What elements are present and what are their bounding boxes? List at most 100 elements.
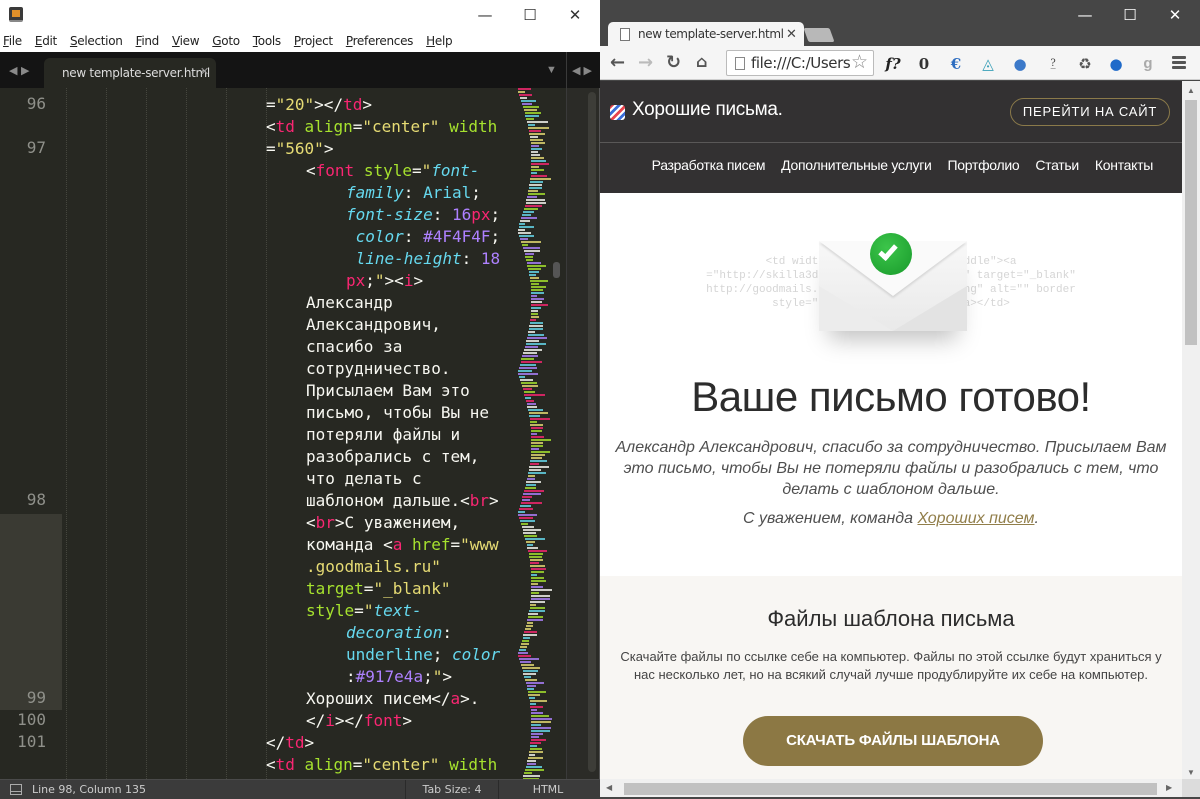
nav-link[interactable]: Контакты [1095,157,1153,173]
download-files-button[interactable]: СКАЧАТЬ ФАЙЛЫ ШАБЛОНА [743,716,1043,766]
google-extension-icon[interactable]: g [1138,54,1158,74]
menu-find[interactable]: Find [136,34,160,48]
euro-extension-icon[interactable]: € [946,54,966,74]
minimap-line [528,124,535,126]
page-vertical-scroll-thumb[interactable] [1185,100,1197,345]
code-line: Присылаем Вам это [306,381,470,400]
menu-help[interactable]: Help [426,34,452,48]
minimap-line [526,400,534,402]
scroll-down-arrow-icon[interactable]: ▼ [1187,768,1195,777]
code-editor[interactable]: ="20"></td> <td align="center" width ="560… [0,88,520,779]
ghostery-extension-icon[interactable]: 0 [914,54,934,74]
minimap-line [530,178,551,180]
minimap-line [523,637,530,639]
minimap-line [531,568,546,570]
menu-project[interactable]: Project [294,34,333,48]
tab-dropdown-icon[interactable]: ▼ [546,64,557,76]
address-bar[interactable]: file:///C:/Users ☆ [726,50,874,76]
evernote-extension-icon[interactable]: ◬ [978,54,998,74]
scroll-left-arrow-icon[interactable]: ◀ [606,783,612,792]
scroll-up-arrow-icon[interactable]: ▲ [1187,86,1195,95]
editor-tab[interactable]: new template-server.html ✕ [44,58,216,88]
cursor-position: Line 98, Column 135 [32,783,147,796]
unknown-extension-icon[interactable]: ?̲ [1043,54,1063,74]
nav-link[interactable]: Разработка писем [652,157,766,173]
minimap-line [529,754,535,756]
nav-link[interactable]: Статьи [1035,157,1079,173]
minimap-line [530,319,536,321]
home-icon[interactable]: ⌂ [696,52,707,71]
minimap-line [526,343,546,345]
vertical-scroll-thumb[interactable] [588,92,596,772]
minimap-line [523,211,534,213]
minimap-line [525,115,539,117]
signature-suffix: . [1034,510,1039,527]
new-tab-button[interactable] [803,28,835,42]
minimize-button[interactable]: — [1070,4,1100,26]
menu-edit[interactable]: Edit [35,34,57,48]
forward-arrow-icon[interactable]: → [638,52,653,73]
minimap-scroll-thumb[interactable] [553,262,560,278]
minimap-line [525,538,545,540]
minimap-line [527,619,543,621]
minimap-line [531,712,543,714]
minimap-line [530,562,539,564]
reload-icon[interactable]: ↻ [666,52,681,73]
recycle-extension-icon[interactable]: ♻ [1075,54,1095,74]
browser-tab[interactable]: new template-server.html ✕ [608,22,804,48]
minimap-line [530,421,537,423]
tab-close-icon[interactable]: ✕ [200,65,209,78]
fquestion-extension-icon[interactable]: f? [883,54,903,74]
code-line: color: #4F4F4F; [355,227,501,246]
goto-site-button[interactable]: ПЕРЕЙТИ НА САЙТ [1010,98,1170,126]
minimap-line [522,640,529,642]
menu-selection[interactable]: Selection [70,34,123,48]
back-arrow-icon[interactable]: ← [610,52,625,73]
tab-size-selector[interactable]: Tab Size: 4 [405,780,499,799]
syntax-selector[interactable]: HTML [500,780,596,799]
minimap-line [521,502,542,504]
close-button[interactable]: ✕ [1160,4,1190,26]
scroll-right-arrow-icon[interactable]: ▶ [1166,783,1172,792]
hero-section: <td width="150 gn="middle"><a ="http://s… [600,193,1182,576]
minimap-line [523,775,540,777]
nav-link[interactable]: Портфолио [948,157,1020,173]
minimap-line [529,466,549,468]
site-logo[interactable]: Хорошие письма. [632,99,783,121]
minimap-line [528,613,538,615]
code-line: Хороших писем</a>. [306,689,480,708]
minimap-line [521,361,542,363]
chrome-menu-icon[interactable] [1172,56,1186,71]
nav-link[interactable]: Дополнительные услуги [781,157,932,173]
status-bar: Line 98, Column 135 Tab Size: 4 HTML [0,779,600,799]
minimap-line [531,724,541,726]
minimap-line [518,514,537,516]
menu-view[interactable]: View [172,34,200,48]
menu-tools[interactable]: Tools [253,34,281,48]
minimap-line [520,661,531,663]
menu-preferences[interactable]: Preferences [346,34,414,48]
globe-extension-icon[interactable]: ● [1010,54,1030,74]
minimize-button[interactable]: — [470,4,500,26]
url-text[interactable]: file:///C:/Users [751,54,851,72]
bookmark-star-icon[interactable]: ☆ [851,51,868,74]
menu-file[interactable]: File [3,34,22,48]
minimap-line [519,508,533,510]
panel-toggle-icon[interactable] [10,784,22,795]
world-extension-icon[interactable]: ● [1106,54,1126,74]
minimap[interactable] [518,88,552,779]
tab-close-icon[interactable]: ✕ [786,26,797,42]
minimap-line [522,499,530,501]
signature-link[interactable]: Хороших писем [917,510,1034,527]
menu-bar: File Edit Selection Find View Goto Tools Projec… [0,30,600,52]
minimap-line [530,742,541,744]
minimap-line [518,370,532,372]
tab-nav-arrows[interactable]: ◀ ▶ [9,64,29,77]
pane2-nav-arrows[interactable]: ◀ ▶ [572,64,592,77]
minimap-line [529,469,541,471]
maximize-button[interactable]: ☐ [1115,4,1145,26]
close-button[interactable]: ✕ [560,4,590,26]
page-horizontal-scroll-thumb[interactable] [624,783,1157,795]
maximize-button[interactable]: ☐ [515,4,545,26]
menu-goto[interactable]: Goto [212,34,240,48]
